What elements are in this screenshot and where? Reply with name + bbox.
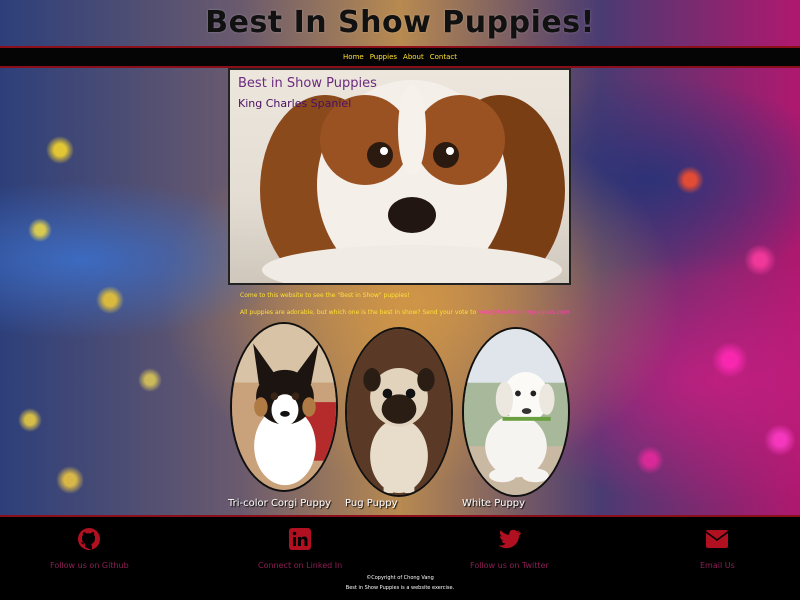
twitter-label: Follow us on Twitter [470,561,549,570]
pug-caption: Pug Puppy [345,498,398,509]
navbar: Home Puppies About Contact [0,46,800,68]
site-title: Best In Show Puppies! [205,5,595,40]
email-icon [705,530,729,548]
email-link[interactable]: Email Us [700,525,735,570]
intro-line-2: All puppies are adorable, but which one … [240,309,570,316]
intro-line-2-text: All puppies are adorable, but which one … [240,309,479,316]
twitter-icon [498,529,522,549]
twitter-link[interactable]: Follow us on Twitter [470,525,549,570]
white-puppy-caption: White Puppy [462,498,526,509]
intro-text: Come to this website to see the "Best in… [240,292,570,326]
corgi-puppy-image [230,322,338,492]
linkedin-icon [289,528,312,550]
copyright: ©Copyright of Chong Vang Best in Show Pu… [0,573,800,593]
corgi-caption: Tri-color Corgi Puppy [228,498,332,509]
vote-email-link[interactable]: vote@bestinshowpuppies.com [478,309,570,316]
hero-banner: Best in Show Puppies King Charles Spanie… [228,68,571,285]
github-link[interactable]: Follow us on Github [50,525,129,570]
nav-home[interactable]: Home [343,53,364,61]
copyright-line-2: Best in Show Puppies is a website exerci… [345,585,455,591]
intro-line-1: Come to this website to see the "Best in… [240,292,410,299]
hero-title: Best in Show Puppies [238,76,377,91]
linkedin-label: Connect on Linked In [258,561,343,570]
pug-puppy-image [345,327,453,497]
white-puppy-image [462,327,570,497]
nav-puppies[interactable]: Puppies [370,53,397,61]
site-header: Best In Show Puppies! [0,0,800,46]
copyright-line-1: ©Copyright of Chong Vang [366,575,434,581]
nav-contact[interactable]: Contact [430,53,457,61]
github-label: Follow us on Github [50,561,129,570]
github-icon [78,528,101,550]
linkedin-link[interactable]: Connect on Linked In [258,525,342,570]
hero-subtitle: King Charles Spaniel [238,97,352,110]
nav-about[interactable]: About [403,53,424,61]
email-label: Email Us [700,561,735,570]
